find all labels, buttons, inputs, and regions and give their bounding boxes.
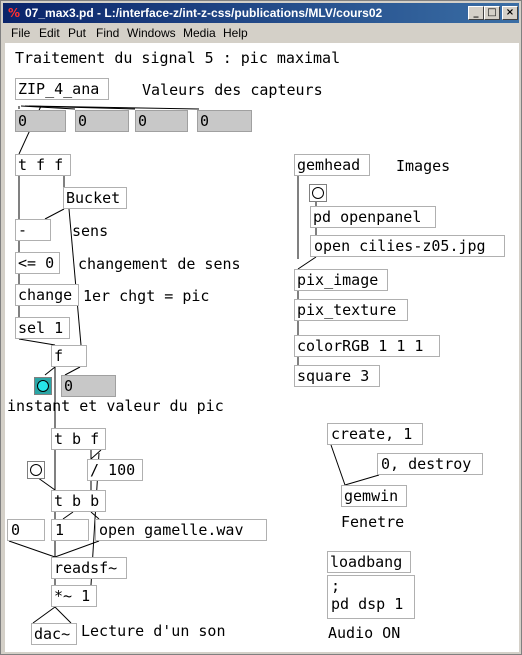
- number-capteur-3[interactable]: 0: [135, 110, 188, 132]
- t-b-b-object[interactable]: t b b: [51, 490, 106, 512]
- menu-help[interactable]: Help: [223, 26, 248, 40]
- number-capteur-4[interactable]: 0: [197, 110, 252, 132]
- dsp-message[interactable]: ; pd dsp 1: [327, 575, 415, 619]
- cord: [344, 474, 380, 486]
- sel-object[interactable]: sel 1: [15, 317, 70, 339]
- zero-message[interactable]: 0: [7, 519, 45, 541]
- multiply-signal-object[interactable]: *~ 1: [51, 585, 97, 607]
- open-wav-message[interactable]: open gamelle.wav: [95, 519, 267, 541]
- square-object[interactable]: square 3: [294, 365, 380, 387]
- changement-comment: changement de sens: [78, 255, 241, 273]
- menu-put[interactable]: Put: [68, 26, 86, 40]
- peak-bang[interactable]: [34, 377, 52, 395]
- t-b-f-object[interactable]: t b f: [51, 428, 106, 450]
- premier-comment: 1er chgt = pic: [83, 287, 210, 305]
- destroy-message[interactable]: 0, destroy: [377, 453, 483, 475]
- cord: [64, 366, 81, 376]
- minimize-button[interactable]: _: [468, 6, 484, 20]
- colorrgb-object[interactable]: colorRGB 1 1 1: [294, 335, 440, 357]
- cord: [44, 208, 65, 220]
- readsf-object[interactable]: readsf~: [51, 557, 127, 579]
- play-bang[interactable]: [27, 461, 45, 479]
- images-comment: Images: [396, 157, 451, 175]
- lecture-comment: Lecture d'un son: [81, 622, 226, 640]
- minus-object[interactable]: -: [15, 219, 51, 241]
- create-message[interactable]: create, 1: [327, 423, 423, 445]
- peak-number[interactable]: 0: [61, 375, 116, 397]
- patch-canvas[interactable]: Traitement du signal 5 : pic maximal Val…: [5, 43, 519, 652]
- pd-icon: %: [7, 6, 21, 20]
- number-capteur-2[interactable]: 0: [75, 110, 129, 132]
- sens-comment: sens: [72, 222, 109, 240]
- divide-object[interactable]: / 100: [87, 459, 143, 481]
- lessequal-object[interactable]: <= 0: [15, 252, 60, 274]
- menu-file[interactable]: File: [11, 26, 30, 40]
- menu-media[interactable]: Media: [183, 26, 216, 40]
- cord: [90, 449, 102, 460]
- bang-icon: [30, 464, 42, 476]
- bang-icon: [312, 187, 324, 199]
- change-object[interactable]: change: [15, 284, 79, 306]
- openpanel-object[interactable]: pd openpanel: [310, 206, 436, 228]
- bang-icon: [37, 380, 49, 392]
- close-button[interactable]: ×: [502, 6, 518, 20]
- dsp-line-1: ;: [331, 577, 341, 595]
- instant-comment: instant et valeur du pic: [7, 397, 224, 415]
- openpanel-bang[interactable]: [309, 184, 327, 202]
- cord: [54, 606, 72, 624]
- one-message[interactable]: 1: [51, 519, 89, 541]
- cord: [330, 444, 346, 486]
- fenetre-comment: Fenetre: [341, 513, 405, 531]
- heading-comment: Traitement du signal 5 : pic maximal: [15, 49, 341, 67]
- dac-object[interactable]: dac~: [31, 623, 77, 645]
- cord: [62, 511, 74, 520]
- pix-texture-object[interactable]: pix_texture: [294, 299, 408, 321]
- cord: [8, 540, 56, 558]
- loadbang-object[interactable]: loadbang: [327, 551, 411, 573]
- bucket-object[interactable]: Bucket: [63, 187, 127, 209]
- pix-image-object[interactable]: pix_image: [294, 269, 388, 291]
- capteurs-comment: Valeurs des capteurs: [142, 81, 323, 99]
- window-title: 07_max3.pd - L:/interface-z/int-z-css/pu…: [25, 6, 383, 20]
- zip-object[interactable]: ZIP_4_ana: [15, 78, 109, 100]
- menu-find[interactable]: Find: [96, 26, 119, 40]
- menu-bar: File Edit Put Find Windows Media Help: [3, 24, 519, 42]
- f-object[interactable]: f: [51, 345, 87, 367]
- title-bar[interactable]: % 07_max3.pd - L:/interface-z/int-z-css/…: [3, 3, 519, 23]
- maximize-button[interactable]: □: [484, 6, 500, 20]
- open-image-message[interactable]: open cilies-z05.jpg: [310, 235, 505, 257]
- cord: [44, 366, 56, 376]
- gemwin-object[interactable]: gemwin: [341, 485, 407, 507]
- audio-comment: Audio ON: [328, 624, 401, 642]
- number-capteur-1[interactable]: 0: [15, 110, 66, 132]
- menu-windows[interactable]: Windows: [127, 26, 176, 40]
- dsp-line-2: pd dsp 1: [331, 595, 404, 613]
- t-f-f-object[interactable]: t f f: [15, 154, 71, 176]
- cord: [32, 606, 56, 624]
- pd-window: % 07_max3.pd - L:/interface-z/int-z-css/…: [0, 0, 522, 655]
- cord: [18, 338, 56, 346]
- menu-edit[interactable]: Edit: [39, 26, 60, 40]
- gemhead-object[interactable]: gemhead: [294, 154, 370, 176]
- cord: [297, 256, 317, 270]
